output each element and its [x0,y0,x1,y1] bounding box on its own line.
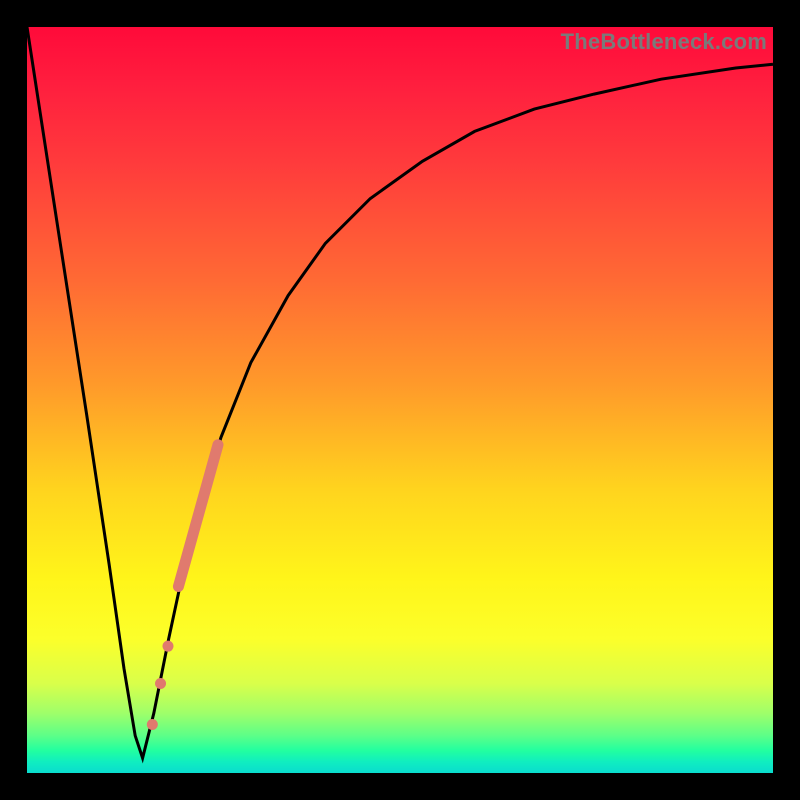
highlight-dot [155,678,166,689]
chart-svg [27,27,773,773]
highlight-segment [178,445,218,587]
chart-frame: TheBottleneck.com [0,0,800,800]
highlighted-samples [147,445,218,730]
plot-area: TheBottleneck.com [27,27,773,773]
highlight-dot [147,719,158,730]
highlight-dot [162,641,173,652]
bottleneck-curve [27,27,773,758]
